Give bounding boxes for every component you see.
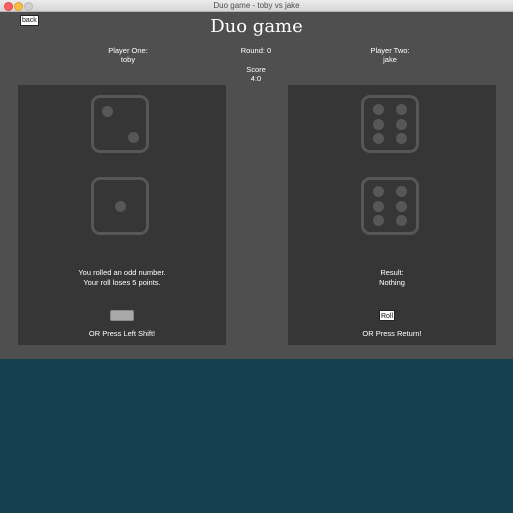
player-one-info: Player One: toby bbox=[78, 46, 178, 64]
die-pip bbox=[396, 103, 408, 115]
player-one-result-message: You rolled an odd number. Your roll lose… bbox=[18, 268, 226, 288]
die-pip bbox=[396, 133, 408, 145]
score-heading: Score bbox=[246, 65, 266, 74]
die-pip bbox=[396, 200, 408, 212]
player-one-panel: You rolled an odd number. Your roll lose… bbox=[18, 85, 226, 345]
round-counter: Round: 0 bbox=[240, 46, 272, 55]
player-two-info: Player Two: jake bbox=[340, 46, 440, 64]
player-one-message-line2: Your roll loses 5 points. bbox=[83, 278, 161, 287]
die-pip bbox=[101, 105, 113, 117]
player-two-roll-button[interactable]: Roll bbox=[379, 310, 396, 321]
die-pip bbox=[396, 185, 408, 197]
player-one-message-line1: You rolled an odd number. bbox=[78, 268, 166, 277]
player-one-key-hint: OR Press Left Shift! bbox=[88, 329, 156, 338]
die-pip bbox=[372, 103, 384, 115]
player-two-die-1 bbox=[361, 95, 419, 153]
die-pip bbox=[372, 118, 384, 130]
die-pip bbox=[114, 200, 126, 212]
score-value: 4:0 bbox=[250, 74, 262, 83]
player-two-key-hint: OR Press Return! bbox=[362, 329, 422, 338]
die-pip bbox=[372, 215, 384, 227]
game-area: back Duo game Player One: toby Round: 0 … bbox=[0, 12, 513, 359]
game-title: Duo game bbox=[210, 16, 303, 37]
die-pip bbox=[127, 131, 139, 143]
player-one-roll-button[interactable] bbox=[110, 310, 134, 321]
window-titlebar: Duo game - toby vs jake bbox=[0, 0, 513, 12]
die-pip bbox=[396, 118, 408, 130]
player-two-name: jake bbox=[383, 55, 397, 64]
die-pip bbox=[372, 133, 384, 145]
player-two-die-2 bbox=[361, 177, 419, 235]
player-two-panel: Result: Nothing Roll OR Press Return! bbox=[288, 85, 496, 345]
die-pip bbox=[372, 200, 384, 212]
player-one-die-1 bbox=[91, 95, 149, 153]
score-display: Score 4:0 bbox=[206, 65, 306, 83]
die-pip bbox=[396, 215, 408, 227]
player-two-heading: Player Two: bbox=[370, 46, 410, 55]
player-two-message-line2: Nothing bbox=[379, 278, 405, 287]
player-one-name: toby bbox=[120, 55, 136, 64]
player-two-result-message: Result: Nothing bbox=[288, 268, 496, 288]
player-one-die-2 bbox=[91, 177, 149, 235]
die-pip bbox=[372, 185, 384, 197]
player-one-heading: Player One: bbox=[108, 46, 148, 55]
window-title: Duo game - toby vs jake bbox=[213, 1, 300, 10]
player-two-message-line1: Result: bbox=[380, 268, 404, 277]
